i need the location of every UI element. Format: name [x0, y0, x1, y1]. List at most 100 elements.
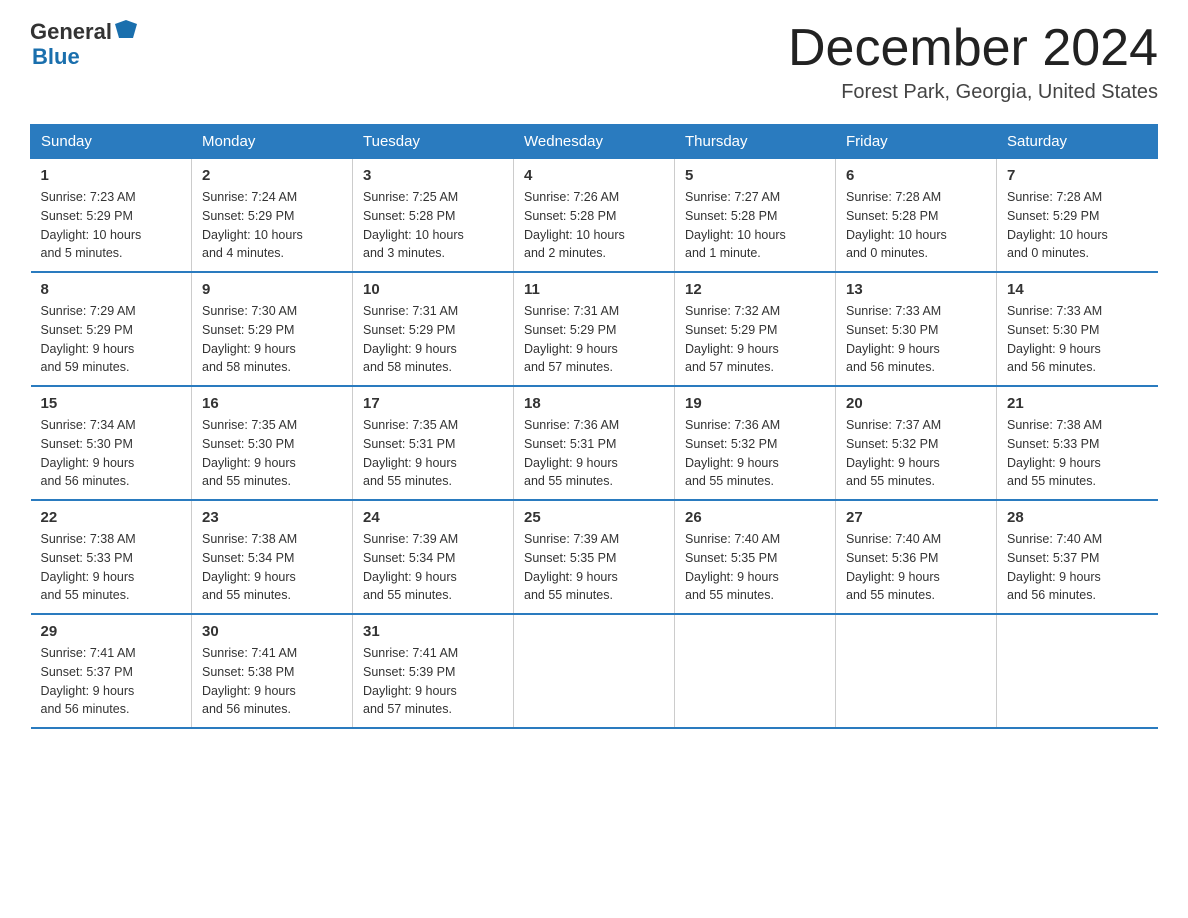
day-info: Sunrise: 7:35 AMSunset: 5:30 PMDaylight:…: [202, 416, 342, 491]
day-info: Sunrise: 7:31 AMSunset: 5:29 PMDaylight:…: [524, 302, 664, 377]
day-info: Sunrise: 7:40 AMSunset: 5:37 PMDaylight:…: [1007, 530, 1148, 605]
page-header: General Blue December 2024 Forest Park, …: [30, 20, 1158, 104]
day-info: Sunrise: 7:29 AMSunset: 5:29 PMDaylight:…: [41, 302, 182, 377]
weekday-header-wednesday: Wednesday: [514, 125, 675, 159]
day-number: 18: [524, 395, 664, 412]
day-info: Sunrise: 7:23 AMSunset: 5:29 PMDaylight:…: [41, 188, 182, 263]
calendar-cell: 12 Sunrise: 7:32 AMSunset: 5:29 PMDayligh…: [675, 272, 836, 386]
day-info: Sunrise: 7:40 AMSunset: 5:35 PMDaylight:…: [685, 530, 825, 605]
day-number: 28: [1007, 509, 1148, 526]
calendar-cell: 3Sunrise: 7:25 AMSunset: 5:28 PMDaylight…: [353, 159, 514, 273]
day-info: Sunrise: 7:41 AMSunset: 5:37 PMDaylight:…: [41, 644, 182, 719]
day-number: 24: [363, 509, 503, 526]
calendar-cell: 1 Sunrise: 7:23 AMSunset: 5:29 PMDaylight…: [31, 159, 192, 273]
day-info: Sunrise: 7:41 AMSunset: 5:39 PMDaylight:…: [363, 644, 503, 719]
day-info: Sunrise: 7:40 AMSunset: 5:36 PMDaylight:…: [846, 530, 986, 605]
day-number: 15: [41, 395, 182, 412]
logo-blue: Blue: [32, 45, 137, 69]
day-number: 17: [363, 395, 503, 412]
day-info: Sunrise: 7:24 AMSunset: 5:29 PMDaylight:…: [202, 188, 342, 263]
day-number: 8: [41, 281, 182, 298]
calendar-cell: 2 Sunrise: 7:24 AMSunset: 5:29 PMDaylight…: [192, 159, 353, 273]
calendar-cell: 24Sunrise: 7:39 AMSunset: 5:34 PMDayligh…: [353, 500, 514, 614]
calendar-week-row: 15 Sunrise: 7:34 AMSunset: 5:30 PMDayligh…: [31, 386, 1158, 500]
calendar-cell: 19 Sunrise: 7:36 AMSunset: 5:32 PMDayligh…: [675, 386, 836, 500]
calendar-cell: 11 Sunrise: 7:31 AMSunset: 5:29 PMDayligh…: [514, 272, 675, 386]
weekday-header-monday: Monday: [192, 125, 353, 159]
logo: General Blue: [30, 20, 137, 69]
day-number: 12: [685, 281, 825, 298]
calendar-cell: 8 Sunrise: 7:29 AMSunset: 5:29 PMDaylight…: [31, 272, 192, 386]
calendar-cell: 14 Sunrise: 7:33 AMSunset: 5:30 PMDayligh…: [997, 272, 1158, 386]
calendar-cell: 23 Sunrise: 7:38 AMSunset: 5:34 PMDayligh…: [192, 500, 353, 614]
day-info: Sunrise: 7:33 AMSunset: 5:30 PMDaylight:…: [1007, 302, 1148, 377]
day-info: Sunrise: 7:26 AMSunset: 5:28 PMDaylight:…: [524, 188, 664, 263]
calendar-week-row: 29 Sunrise: 7:41 AMSunset: 5:37 PMDayligh…: [31, 614, 1158, 728]
day-info: Sunrise: 7:38 AMSunset: 5:34 PMDaylight:…: [202, 530, 342, 605]
calendar-cell: [675, 614, 836, 728]
calendar-cell: 22 Sunrise: 7:38 AMSunset: 5:33 PMDayligh…: [31, 500, 192, 614]
calendar-cell: 10 Sunrise: 7:31 AMSunset: 5:29 PMDayligh…: [353, 272, 514, 386]
day-info: Sunrise: 7:33 AMSunset: 5:30 PMDaylight:…: [846, 302, 986, 377]
calendar-cell: 15 Sunrise: 7:34 AMSunset: 5:30 PMDayligh…: [31, 386, 192, 500]
calendar-cell: 9 Sunrise: 7:30 AMSunset: 5:29 PMDaylight…: [192, 272, 353, 386]
day-info: Sunrise: 7:34 AMSunset: 5:30 PMDaylight:…: [41, 416, 182, 491]
day-number: 7: [1007, 167, 1148, 184]
calendar-week-row: 8 Sunrise: 7:29 AMSunset: 5:29 PMDaylight…: [31, 272, 1158, 386]
calendar-cell: 17Sunrise: 7:35 AMSunset: 5:31 PMDayligh…: [353, 386, 514, 500]
day-info: Sunrise: 7:41 AMSunset: 5:38 PMDaylight:…: [202, 644, 342, 719]
day-number: 29: [41, 623, 182, 640]
day-number: 6: [846, 167, 986, 184]
calendar-cell: [514, 614, 675, 728]
logo-general: General: [30, 20, 112, 44]
calendar-cell: 20 Sunrise: 7:37 AMSunset: 5:32 PMDayligh…: [836, 386, 997, 500]
calendar-cell: 27 Sunrise: 7:40 AMSunset: 5:36 PMDayligh…: [836, 500, 997, 614]
day-info: Sunrise: 7:28 AMSunset: 5:29 PMDaylight:…: [1007, 188, 1148, 263]
day-info: Sunrise: 7:28 AMSunset: 5:28 PMDaylight:…: [846, 188, 986, 263]
day-number: 11: [524, 281, 664, 298]
location-title: Forest Park, Georgia, United States: [788, 81, 1158, 104]
title-area: December 2024 Forest Park, Georgia, Unit…: [788, 20, 1158, 104]
day-info: Sunrise: 7:36 AMSunset: 5:32 PMDaylight:…: [685, 416, 825, 491]
calendar-week-row: 22 Sunrise: 7:38 AMSunset: 5:33 PMDayligh…: [31, 500, 1158, 614]
calendar-cell: [836, 614, 997, 728]
logo-triangle-icon: [115, 20, 137, 40]
day-number: 27: [846, 509, 986, 526]
day-number: 13: [846, 281, 986, 298]
weekday-header-tuesday: Tuesday: [353, 125, 514, 159]
day-info: Sunrise: 7:27 AMSunset: 5:28 PMDaylight:…: [685, 188, 825, 263]
day-number: 10: [363, 281, 503, 298]
calendar-cell: 13 Sunrise: 7:33 AMSunset: 5:30 PMDayligh…: [836, 272, 997, 386]
day-number: 20: [846, 395, 986, 412]
day-number: 23: [202, 509, 342, 526]
calendar-week-row: 1 Sunrise: 7:23 AMSunset: 5:29 PMDaylight…: [31, 159, 1158, 273]
day-number: 16: [202, 395, 342, 412]
calendar-cell: 31Sunrise: 7:41 AMSunset: 5:39 PMDayligh…: [353, 614, 514, 728]
day-info: Sunrise: 7:32 AMSunset: 5:29 PMDaylight:…: [685, 302, 825, 377]
day-number: 14: [1007, 281, 1148, 298]
day-info: Sunrise: 7:39 AMSunset: 5:35 PMDaylight:…: [524, 530, 664, 605]
calendar-cell: 28 Sunrise: 7:40 AMSunset: 5:37 PMDayligh…: [997, 500, 1158, 614]
calendar-cell: 30Sunrise: 7:41 AMSunset: 5:38 PMDayligh…: [192, 614, 353, 728]
month-title: December 2024: [788, 20, 1158, 77]
weekday-header-thursday: Thursday: [675, 125, 836, 159]
calendar-table: SundayMondayTuesdayWednesdayThursdayFrid…: [30, 124, 1158, 729]
day-number: 9: [202, 281, 342, 298]
day-info: Sunrise: 7:25 AMSunset: 5:28 PMDaylight:…: [363, 188, 503, 263]
calendar-cell: 25 Sunrise: 7:39 AMSunset: 5:35 PMDayligh…: [514, 500, 675, 614]
day-number: 19: [685, 395, 825, 412]
day-info: Sunrise: 7:36 AMSunset: 5:31 PMDaylight:…: [524, 416, 664, 491]
day-info: Sunrise: 7:30 AMSunset: 5:29 PMDaylight:…: [202, 302, 342, 377]
day-number: 2: [202, 167, 342, 184]
calendar-cell: 5Sunrise: 7:27 AMSunset: 5:28 PMDaylight…: [675, 159, 836, 273]
calendar-cell: 16 Sunrise: 7:35 AMSunset: 5:30 PMDayligh…: [192, 386, 353, 500]
calendar-cell: 4Sunrise: 7:26 AMSunset: 5:28 PMDaylight…: [514, 159, 675, 273]
day-number: 25: [524, 509, 664, 526]
day-info: Sunrise: 7:38 AMSunset: 5:33 PMDaylight:…: [41, 530, 182, 605]
day-info: Sunrise: 7:31 AMSunset: 5:29 PMDaylight:…: [363, 302, 503, 377]
day-number: 26: [685, 509, 825, 526]
day-number: 1: [41, 167, 182, 184]
day-info: Sunrise: 7:37 AMSunset: 5:32 PMDaylight:…: [846, 416, 986, 491]
day-number: 22: [41, 509, 182, 526]
calendar-cell: 7 Sunrise: 7:28 AMSunset: 5:29 PMDaylight…: [997, 159, 1158, 273]
